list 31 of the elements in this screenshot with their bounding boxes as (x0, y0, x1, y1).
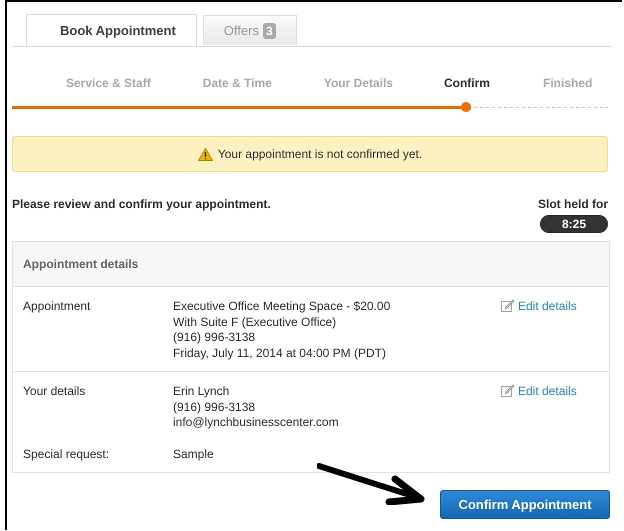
step-label: Confirm (444, 76, 490, 92)
count-badge: 3 (262, 22, 276, 38)
alert-text: Your appointment is not confirmed yet. (218, 147, 422, 161)
instruction-text: Please review and confirm your appointment. (12, 197, 271, 213)
panel-title: Appointment details (23, 257, 138, 271)
step-label: Date & Time (202, 76, 272, 92)
field-value: (916) 996-3138 (173, 330, 256, 346)
field-value: info@lynchbusinesscenter.com (173, 415, 340, 430)
field-value: Friday, July 11, 2014 at 04:00 PM (PDT) (173, 346, 387, 361)
field-value: (916) 996-3138 (173, 400, 256, 415)
slot-label: Slot held for (538, 197, 608, 211)
edit-icon (501, 299, 515, 312)
edit-details-link[interactable]: Edit details (518, 384, 577, 398)
countdown-timer: 8:25 (540, 215, 608, 233)
field-value: Executive Office Meeting Space - $20.00 (173, 299, 392, 314)
step-label: Finished (542, 76, 592, 92)
field-value: With Suite F (Executive Office) (173, 314, 338, 330)
progress-marker (460, 102, 471, 112)
edit-icon (501, 384, 515, 397)
step-label: Your Details (324, 76, 393, 92)
field-label: Special request: (23, 446, 110, 462)
tab[interactable]: Offers 3 (202, 15, 297, 45)
confirm-appointment-button[interactable]: Confirm Appointment (440, 490, 610, 519)
field-value: Erin Lynch (173, 384, 230, 400)
edit-details-link[interactable]: Edit details (518, 299, 577, 313)
field-label: Appointment (23, 299, 92, 315)
warning-icon (198, 148, 213, 160)
field-value: Sample (173, 446, 215, 462)
tab[interactable]: Book Appointment (26, 14, 197, 46)
step-label: Service & Staff (66, 76, 151, 92)
field-label: Your details (23, 384, 86, 400)
